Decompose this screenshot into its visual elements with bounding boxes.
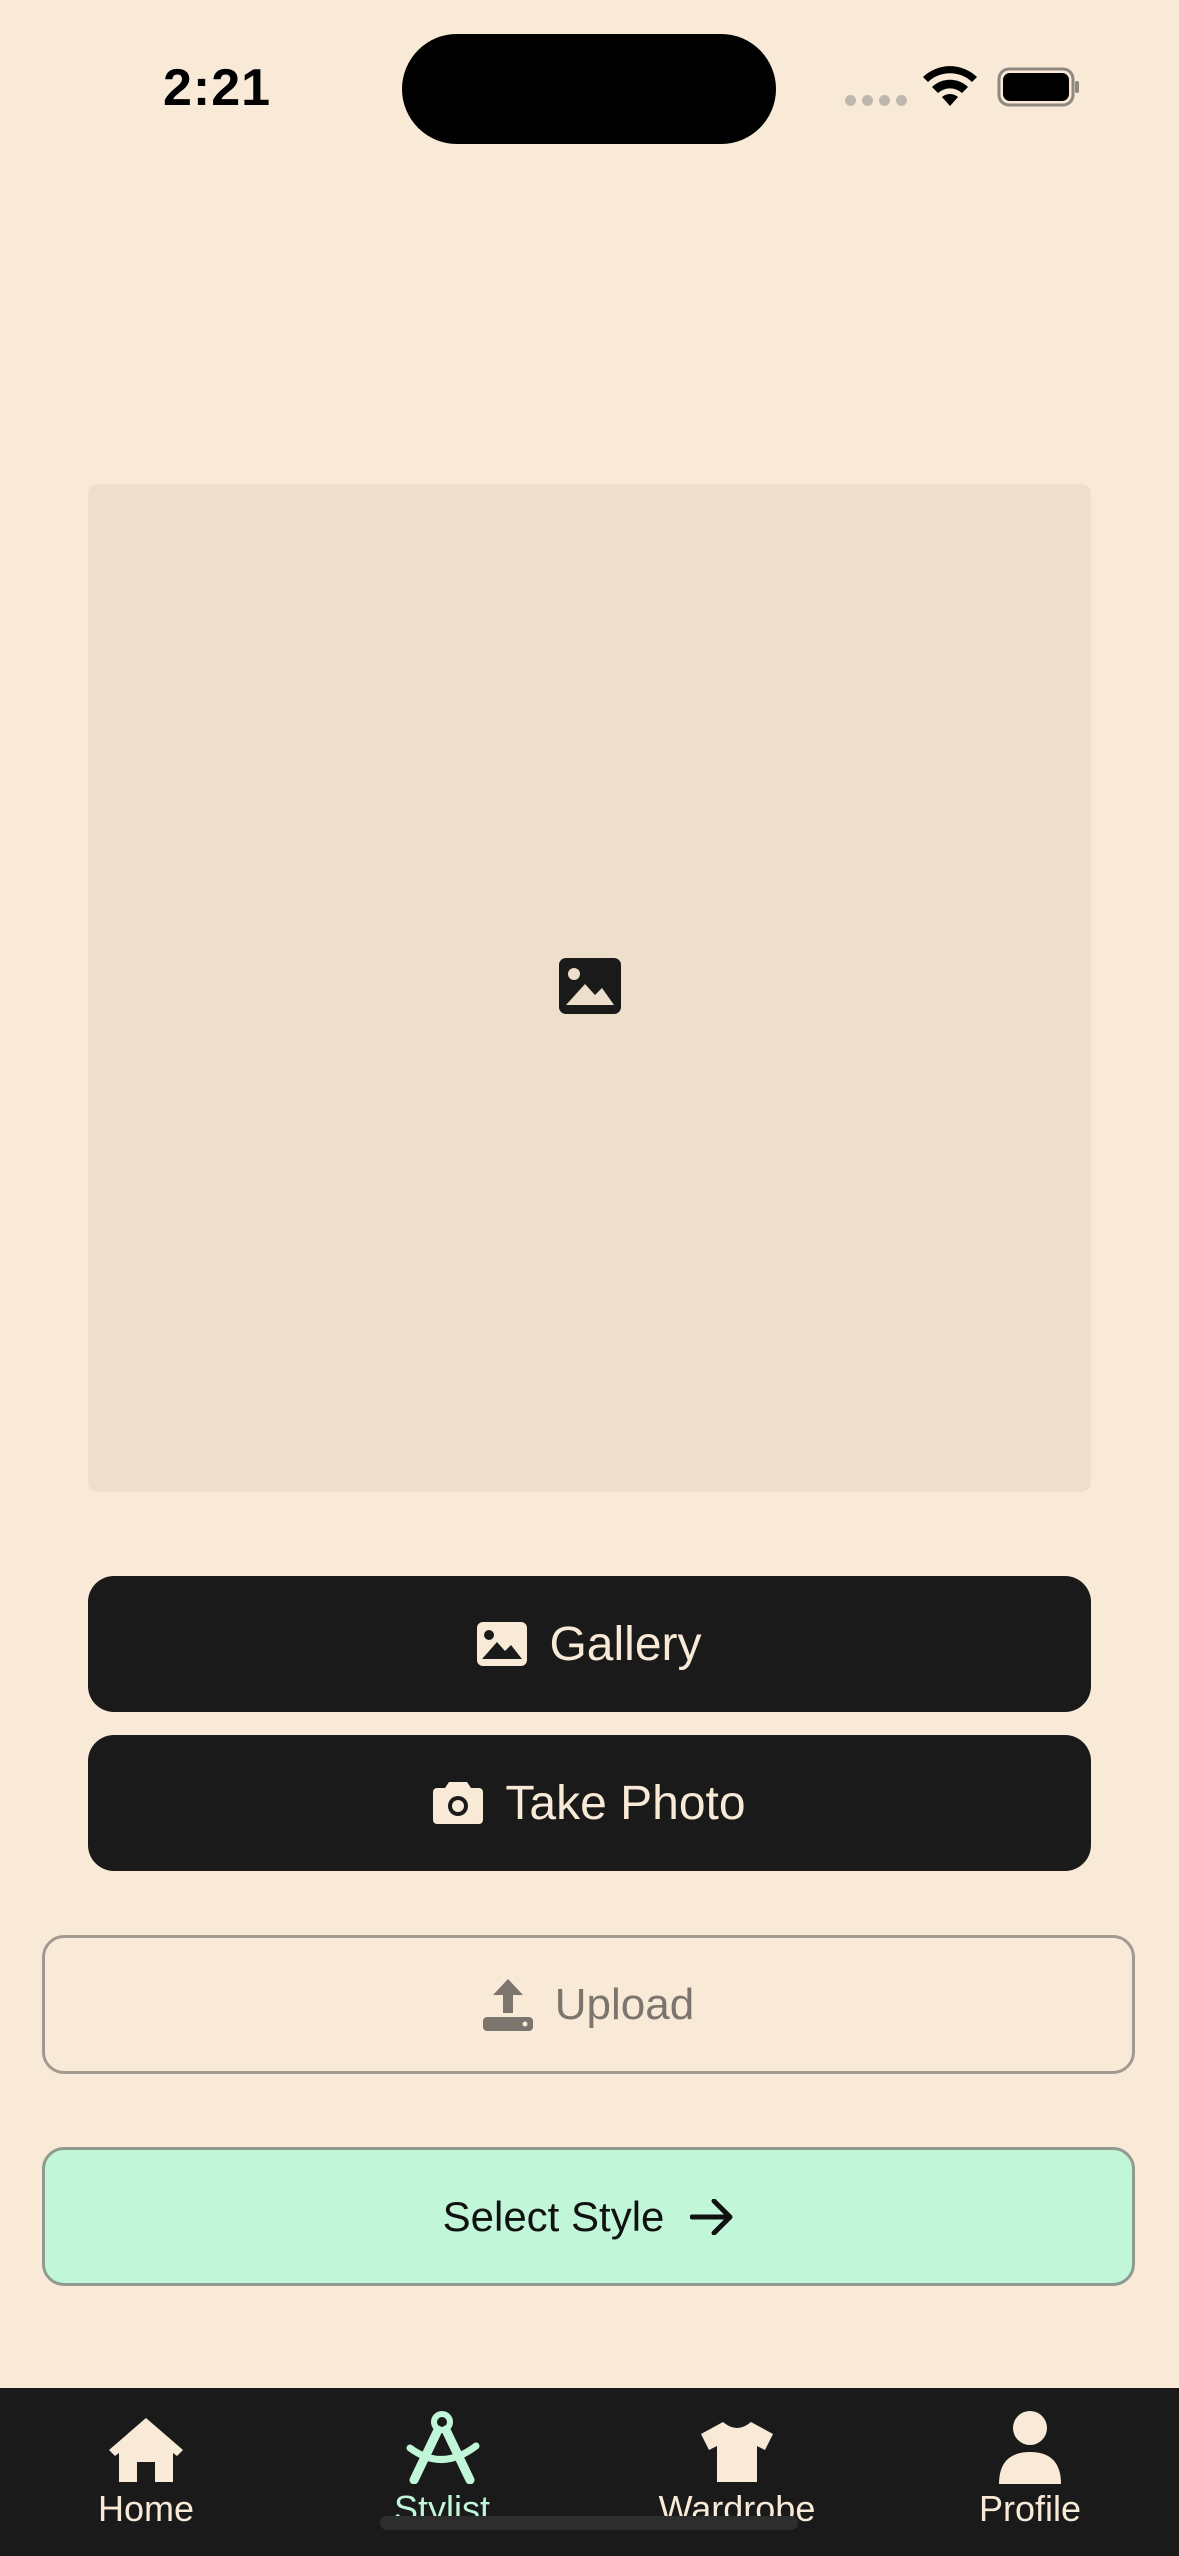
image-icon <box>477 1622 528 1666</box>
upload-icon <box>482 1978 533 2031</box>
home-indicator <box>380 2516 798 2530</box>
tab-profile[interactable]: Profile <box>910 2400 1150 2550</box>
camera-icon <box>433 1782 484 1824</box>
dynamic-island <box>402 34 776 144</box>
wifi-icon <box>923 66 977 106</box>
home-icon <box>109 2418 183 2482</box>
tab-home[interactable]: Home <box>26 2400 266 2550</box>
status-time: 2:21 <box>163 59 272 117</box>
status-bar: 2:21 <box>0 0 1179 180</box>
stylist-icon <box>406 2411 480 2484</box>
cellular-signal-icon <box>845 95 907 106</box>
take-photo-button-label: Take Photo <box>505 1776 746 1830</box>
gallery-button-label: Gallery <box>549 1617 702 1671</box>
image-icon <box>559 958 621 1014</box>
upload-button-label: Upload <box>554 1979 695 2029</box>
upload-button[interactable]: Upload <box>42 1935 1135 2074</box>
battery-icon <box>997 67 1079 107</box>
arrow-right-icon <box>690 2198 733 2235</box>
gallery-button[interactable]: Gallery <box>88 1576 1091 1712</box>
shirt-icon <box>701 2422 773 2482</box>
take-photo-button[interactable]: Take Photo <box>88 1735 1091 1871</box>
select-style-button-label: Select Style <box>442 2192 665 2240</box>
select-style-button[interactable]: Select Style <box>42 2147 1135 2286</box>
person-icon <box>999 2411 1061 2484</box>
tab-profile-label: Profile <box>978 2488 1082 2529</box>
tab-home-label: Home <box>97 2488 195 2529</box>
